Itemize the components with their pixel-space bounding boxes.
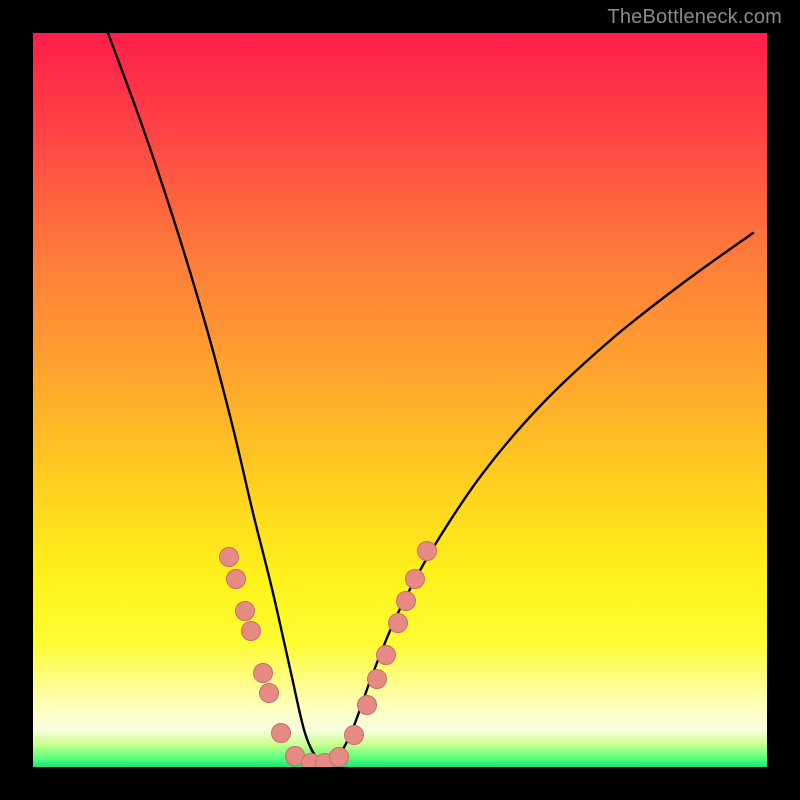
data-marker	[406, 570, 425, 589]
data-marker	[330, 748, 349, 767]
marker-group	[220, 542, 437, 768]
data-marker	[272, 724, 291, 743]
data-marker	[345, 726, 364, 745]
data-marker	[377, 646, 396, 665]
watermark-text: TheBottleneck.com	[607, 6, 782, 29]
bottleneck-curve	[108, 33, 753, 765]
data-marker	[236, 602, 255, 621]
data-marker	[227, 570, 246, 589]
data-marker	[418, 542, 437, 561]
data-marker	[254, 664, 273, 683]
data-marker	[260, 684, 279, 703]
data-marker	[389, 614, 408, 633]
chart-svg	[33, 33, 767, 767]
data-marker	[397, 592, 416, 611]
plot-area	[33, 33, 767, 767]
data-marker	[358, 696, 377, 715]
data-marker	[220, 548, 239, 567]
chart-frame: TheBottleneck.com	[0, 0, 800, 800]
data-marker	[368, 670, 387, 689]
data-marker	[242, 622, 261, 641]
